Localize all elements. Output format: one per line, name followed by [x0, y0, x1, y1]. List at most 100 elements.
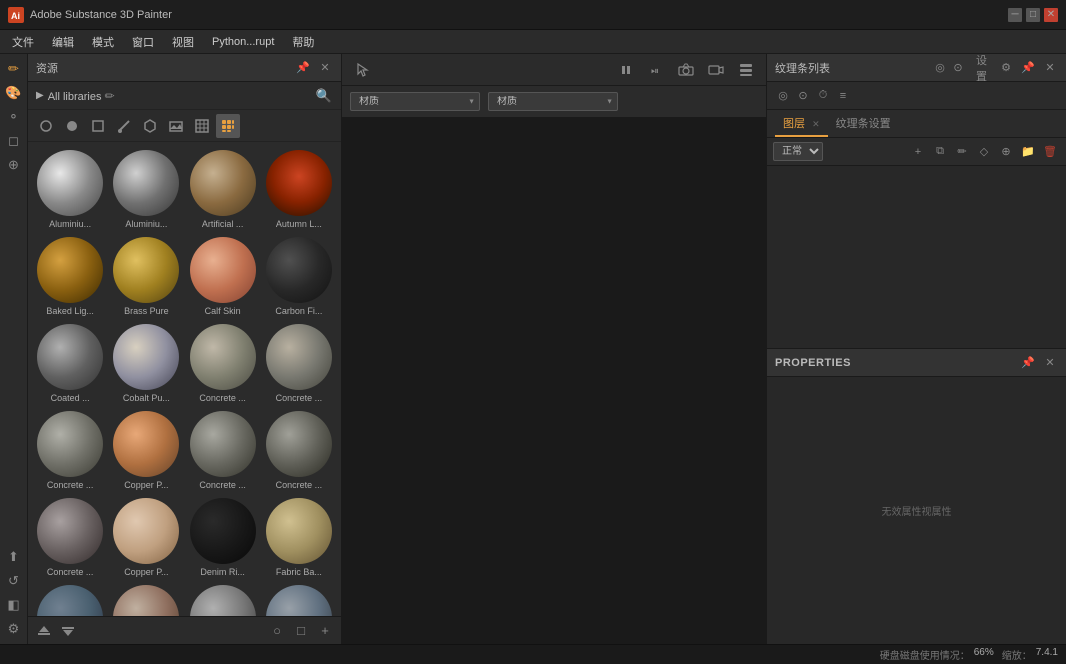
sidebar-icon-layers[interactable]: ◧ [3, 594, 25, 616]
asset-item-calf[interactable]: Calf Skin [187, 235, 259, 318]
video-icon[interactable] [704, 58, 728, 82]
texture-settings-btn[interactable]: 设置 [976, 60, 992, 76]
minimize-button[interactable]: ─ [1008, 8, 1022, 22]
asset-item-concrete5[interactable]: Concrete ... [263, 409, 335, 492]
tab-layers-close[interactable]: ✕ [812, 119, 820, 129]
list-icon[interactable]: ≡ [835, 88, 851, 104]
asset-item-baked[interactable]: Baked Lig... [34, 235, 106, 318]
playback-icon[interactable]: ⏯ [644, 58, 668, 82]
menu-item-[interactable]: 视图 [164, 32, 202, 52]
eye2-icon[interactable]: ◎ [775, 88, 791, 104]
tool-hexgrid[interactable] [138, 114, 162, 138]
cursor-icon[interactable] [350, 58, 374, 82]
sidebar-icon-clone[interactable]: ⊕ [3, 154, 25, 176]
tool-image[interactable] [164, 114, 188, 138]
tool-square[interactable] [86, 114, 110, 138]
properties-pin-button[interactable]: 📌 [1020, 355, 1036, 371]
asset-item-fabric2[interactable]: Fabric Ba... [34, 583, 106, 616]
asset-item-autumn[interactable]: Autumn L... [263, 148, 335, 231]
camera-icon[interactable] [674, 58, 698, 82]
folder-button[interactable]: 📁 [1018, 142, 1038, 162]
paint-layer-button[interactable]: ✏ [952, 142, 972, 162]
asset-item-carbon[interactable]: Carbon Fi... [263, 235, 335, 318]
asset-item-row5a[interactable] [187, 583, 259, 616]
sidebar-icon-settings[interactable]: ⚙ [3, 618, 25, 640]
asset-item-concrete6[interactable]: Concrete ... [34, 496, 106, 579]
sidebar-icon-paint[interactable]: 🎨 [3, 82, 25, 104]
asset-item-concrete3[interactable]: Concrete ... [34, 409, 106, 492]
sidebar-icon-import[interactable]: ⬆ [3, 546, 25, 568]
asset-item-row5b[interactable] [263, 583, 335, 616]
asset-item-copper2[interactable]: Copper P... [110, 496, 182, 579]
material-dropdown1[interactable]: 材质 [350, 92, 480, 111]
material-dropdown2[interactable]: 材质 [488, 92, 618, 111]
clock-icon[interactable]: ⏱ [815, 88, 831, 104]
viewport-area[interactable] [342, 118, 766, 644]
library-expand[interactable]: ▶ [36, 90, 44, 101]
asset-item-aluminium1[interactable]: Aluminiu... [34, 148, 106, 231]
sidebar-icon-smudge[interactable]: ⚬ [3, 106, 25, 128]
tool-circle[interactable] [34, 114, 58, 138]
asset-item-aluminium2[interactable]: Aluminiu... [110, 148, 182, 231]
import-button[interactable] [34, 621, 54, 641]
globe-button[interactable]: ⊕ [996, 142, 1016, 162]
asset-item-copper[interactable]: Copper P... [110, 409, 182, 492]
history-icon[interactable]: ⊙ [950, 60, 966, 76]
blend-mode-select[interactable]: 正常 [773, 142, 823, 161]
export-button[interactable] [58, 621, 78, 641]
texture-close-button[interactable]: ✕ [1042, 60, 1058, 76]
tab-layers[interactable]: 图层 ✕ [775, 111, 828, 137]
asset-item-fabric3[interactable]: Fabric De... [110, 583, 182, 616]
asset-item-brass[interactable]: Brass Pure [110, 235, 182, 318]
svg-text:⏯: ⏯ [651, 66, 659, 77]
sidebar-icon-brush[interactable]: ✏ [3, 58, 25, 80]
menu-item-[interactable]: 文件 [4, 32, 42, 52]
asset-item-denim[interactable]: Denim Ri... [187, 496, 259, 579]
asset-thumb-baked [37, 237, 103, 303]
asset-item-concrete4[interactable]: Concrete ... [187, 409, 259, 492]
close-button[interactable]: ✕ [1044, 8, 1058, 22]
asset-item-cobalt[interactable]: Cobalt Pu... [110, 322, 182, 405]
tool-texture[interactable] [190, 114, 214, 138]
properties-close-button[interactable]: ✕ [1042, 355, 1058, 371]
assets-close-button[interactable]: ✕ [317, 60, 333, 76]
circle-bottom-icon[interactable]: ○ [267, 621, 287, 641]
menu-item-[interactable]: 帮助 [284, 32, 322, 52]
diamond-button[interactable]: ◇ [974, 142, 994, 162]
pause-icon[interactable] [614, 58, 638, 82]
search-icon[interactable]: 🔍 [315, 87, 333, 105]
asset-item-artificial[interactable]: Artificial ... [187, 148, 259, 231]
copy-layer-button[interactable]: ⧉ [930, 142, 950, 162]
asset-item-concrete1[interactable]: Concrete ... [187, 322, 259, 405]
asset-item-concrete2[interactable]: Concrete ... [263, 322, 335, 405]
tool-paint[interactable] [60, 114, 84, 138]
texture-gear-icon[interactable]: ⚙ [998, 60, 1014, 76]
center-area: ⏯ 材质 材质 [342, 54, 766, 644]
tool-brush[interactable] [112, 114, 136, 138]
assets-pin-button[interactable]: 📌 [295, 60, 311, 76]
trash-button[interactable]: 🗑 [1040, 142, 1060, 162]
add-bottom-icon[interactable]: + [315, 621, 335, 641]
layer-toolbar: 正常 + ⧉ ✏ ◇ ⊕ 📁 🗑 [767, 138, 1066, 166]
asset-thumb-fabric2 [37, 585, 103, 616]
tab-texture-settings[interactable]: 纹理条设置 [828, 111, 899, 137]
folder-bottom-icon[interactable]: □ [291, 621, 311, 641]
menu-item-[interactable]: 编辑 [44, 32, 82, 52]
settings2-icon[interactable] [734, 58, 758, 82]
menu-item-[interactable]: 窗口 [124, 32, 162, 52]
history2-icon[interactable]: ⊙ [795, 88, 811, 104]
sidebar-icon-eraser[interactable]: ◻ [3, 130, 25, 152]
eye-icon[interactable]: ◎ [932, 60, 948, 76]
scale-status: 缩放： 7.4.1 [1002, 647, 1058, 662]
texture-pin-button[interactable]: 📌 [1020, 60, 1036, 76]
tool-apps[interactable] [216, 114, 240, 138]
asset-item-coated[interactable]: Coated ... [34, 322, 106, 405]
sidebar-icon-history[interactable]: ↺ [3, 570, 25, 592]
add-layer-button[interactable]: + [908, 142, 928, 162]
assets-panel-bottom: ○ □ + [28, 616, 341, 644]
maximize-button[interactable]: □ [1026, 8, 1040, 22]
asset-item-fabric1[interactable]: Fabric Ba... [263, 496, 335, 579]
properties-header: PROPERTIES 📌 ✕ [767, 349, 1066, 377]
menu-item-[interactable]: 模式 [84, 32, 122, 52]
menu-item-pythonrupt[interactable]: Python...rupt [204, 34, 282, 50]
